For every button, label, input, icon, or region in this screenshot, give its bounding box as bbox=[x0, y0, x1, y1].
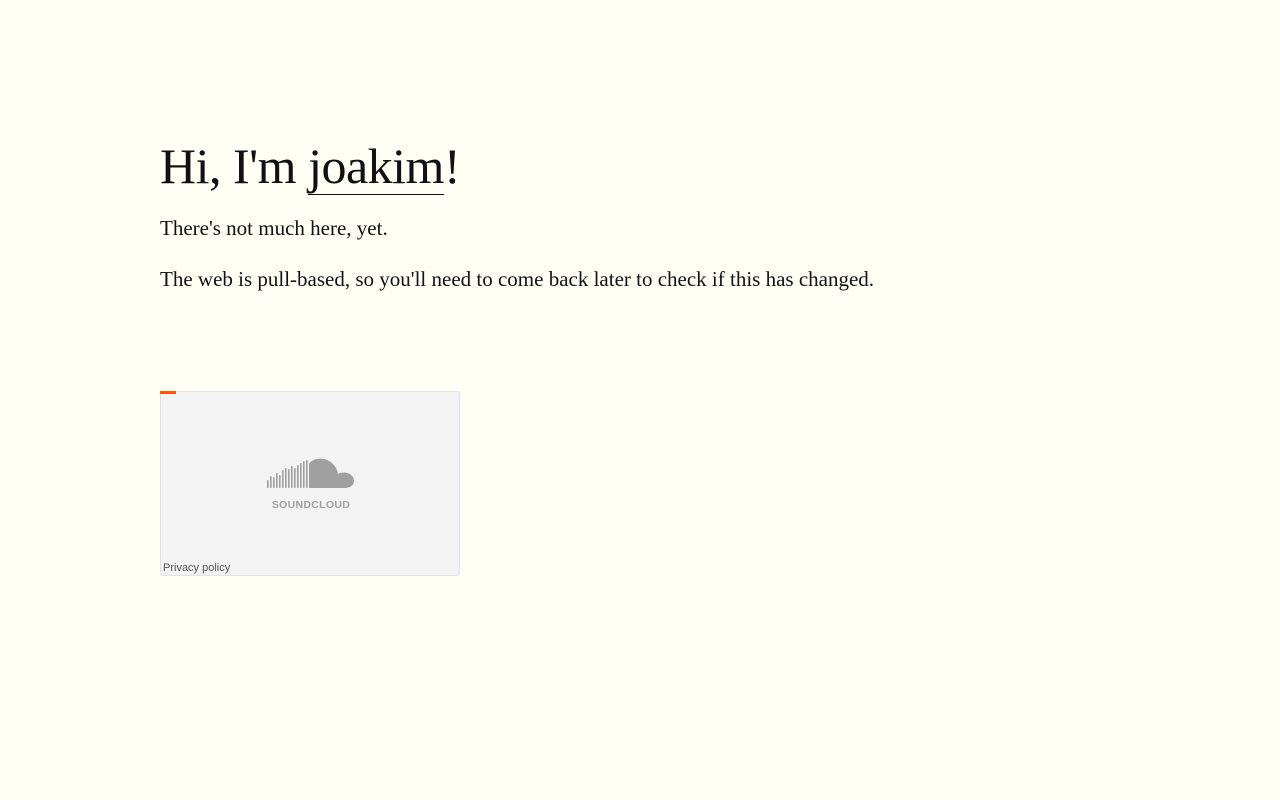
main-content: Hi, I'm joakim! There's not much here, y… bbox=[160, 136, 1120, 292]
greeting-prefix: Hi, I'm bbox=[160, 138, 309, 194]
intro-paragraph: There's not much here, yet. bbox=[160, 216, 388, 240]
greeting-suffix: ! bbox=[443, 138, 461, 194]
soundcloud-cloud-icon bbox=[267, 458, 354, 488]
privacy-policy-link[interactable]: Privacy policy bbox=[163, 562, 230, 574]
soundcloud-embed[interactable]: SOUNDCLOUD Privacy policy bbox=[160, 391, 460, 576]
soundcloud-logo-icon: SOUNDCLOUD bbox=[267, 458, 355, 511]
soundcloud-wordmark: SOUNDCLOUD bbox=[271, 499, 351, 511]
pull-based-paragraph: The web is pull-based, so you'll need to… bbox=[160, 267, 875, 291]
loading-progress-bar bbox=[160, 391, 176, 394]
name-link[interactable]: joakim bbox=[308, 138, 444, 195]
page-title: Hi, I'm joakim! bbox=[160, 136, 1120, 196]
